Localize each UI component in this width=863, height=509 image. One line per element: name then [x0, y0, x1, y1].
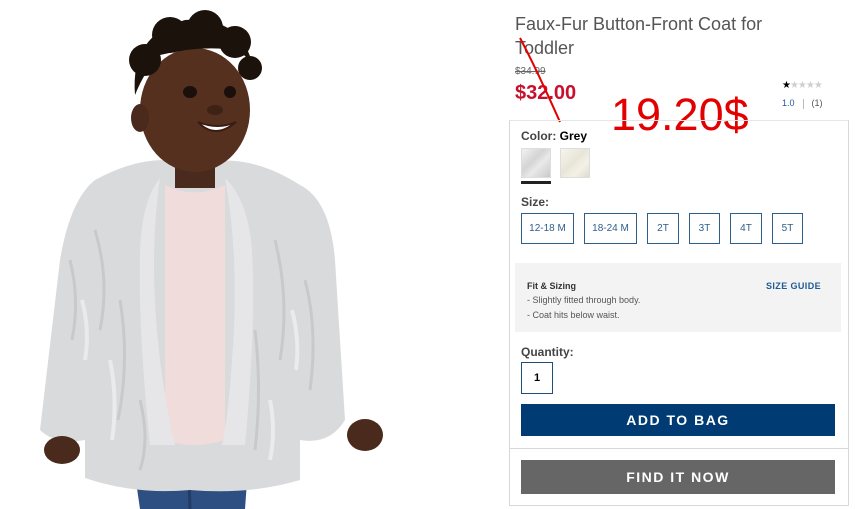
- size-guide-link[interactable]: SIZE GUIDE: [766, 281, 821, 291]
- color-swatch-cream[interactable]: [560, 148, 590, 178]
- size-option-4t[interactable]: 4T: [730, 213, 762, 244]
- product-image[interactable]: [0, 0, 400, 509]
- review-count[interactable]: (1): [812, 98, 823, 108]
- quantity-label: Quantity:: [521, 345, 574, 359]
- fit-detail-line: - Slightly fitted through body.: [527, 295, 641, 305]
- toddler-in-faux-fur-coat-illustration: [40, 10, 383, 509]
- star-filled-icon: ★: [782, 80, 791, 91]
- selected-swatch-indicator: [521, 181, 551, 184]
- color-label: Color: Grey: [521, 129, 588, 143]
- size-option-5t[interactable]: 5T: [772, 213, 803, 244]
- panel-divider: [509, 448, 849, 449]
- size-option-2t[interactable]: 2T: [647, 213, 679, 244]
- selected-color: Grey: [559, 129, 588, 143]
- fit-detail-line: - Coat hits below waist.: [527, 310, 620, 320]
- add-to-bag-button[interactable]: ADD TO BAG: [521, 404, 835, 436]
- star-empty-icon: ★★★★: [789, 80, 823, 91]
- price-strike-annotation: [519, 37, 561, 123]
- quantity-input[interactable]: 1: [521, 362, 553, 394]
- size-option-12-18m[interactable]: 12-18 M: [521, 213, 574, 244]
- color-swatch-grey[interactable]: [521, 148, 551, 178]
- rating-divider: [802, 98, 804, 109]
- fit-sizing-title: Fit & Sizing: [527, 281, 576, 291]
- rating-stars[interactable]: ★★★★★: [782, 80, 823, 91]
- find-it-now-button[interactable]: FIND IT NOW: [521, 460, 835, 494]
- rating-value: 1.0: [782, 98, 795, 108]
- size-option-3t[interactable]: 3T: [689, 213, 720, 244]
- size-label: Size:: [521, 195, 550, 209]
- rating-summary[interactable]: 1.0 (1): [782, 98, 823, 109]
- size-option-18-24m[interactable]: 18-24 M: [584, 213, 637, 244]
